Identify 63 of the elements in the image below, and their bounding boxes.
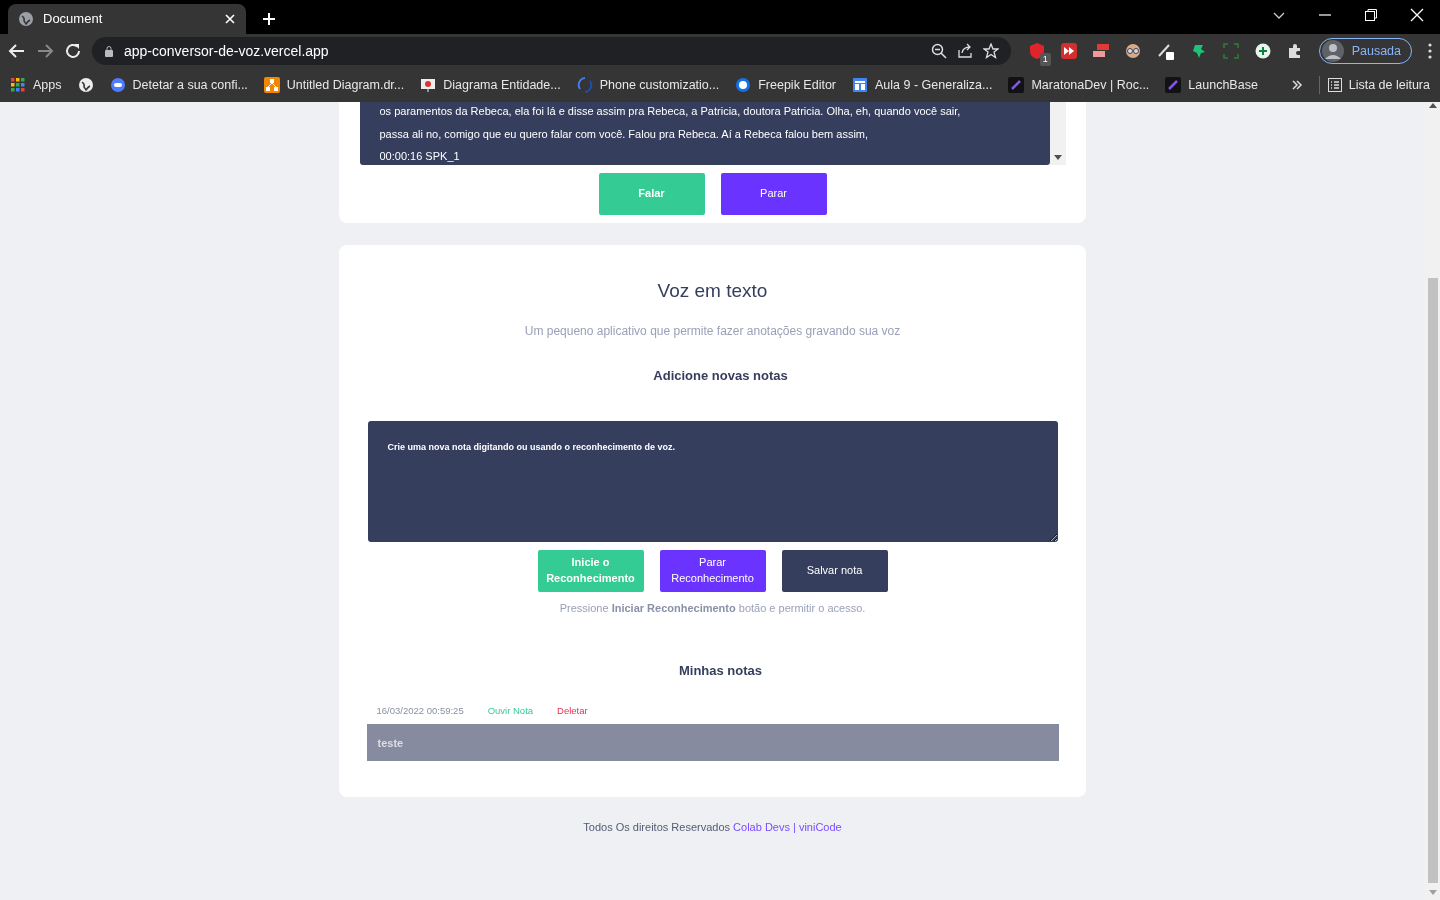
extension-badge: 1 bbox=[1039, 52, 1051, 66]
bookmark[interactable]: Diagrama Entidade... bbox=[420, 75, 561, 95]
list-icon bbox=[1327, 78, 1342, 92]
pill-icon bbox=[109, 77, 126, 93]
globe-icon bbox=[18, 11, 34, 27]
chevrons-icon[interactable] bbox=[1290, 79, 1303, 91]
footer-text: Todos Os direitos Reservados Colab Devs | viniCode bbox=[583, 820, 842, 836]
app-title: Voz em texto bbox=[657, 279, 768, 303]
lock-icon bbox=[104, 45, 114, 57]
close-icon[interactable] bbox=[1410, 8, 1424, 22]
transcript-line: os paramentos da Rebeca, ela foi lá e disse assim pra Rebeca, a Patricia, doutora Patricia. Olha, eh, quando você sair, bbox=[379, 104, 962, 119]
fast-forward-icon[interactable] bbox=[1060, 43, 1077, 59]
url-text: app-conversor-de-voz.vercel.app bbox=[124, 41, 330, 61]
pen-icon[interactable] bbox=[1156, 42, 1175, 60]
bookmark[interactable]: Phone customizatio... bbox=[576, 75, 720, 95]
avatar-icon bbox=[1321, 40, 1344, 62]
bookmark[interactable]: Aula 9 - Generaliza... bbox=[852, 75, 993, 95]
tab-title: Document bbox=[43, 10, 104, 29]
bookmark[interactable]: Freepik Editor bbox=[735, 75, 837, 95]
bookmark[interactable]: Untitled Diagram.dr... bbox=[263, 75, 405, 95]
transcript-line: 00:00:16 SPK_1 bbox=[379, 149, 461, 164]
back-icon[interactable] bbox=[8, 42, 26, 60]
action-button[interactable]: Salvar nota bbox=[781, 550, 888, 592]
scroll-down-icon[interactable] bbox=[1053, 155, 1062, 161]
bookmark[interactable]: LaunchBase bbox=[1165, 75, 1258, 95]
star-icon[interactable] bbox=[982, 43, 999, 59]
presentation-icon bbox=[420, 77, 437, 93]
stacked-cards-icon[interactable] bbox=[1092, 43, 1109, 59]
transcript-line: passa ali no, comigo que eu quero falar com você. Falou pra Rebeca. Aí a Rebeca falou bem assim, bbox=[379, 126, 870, 142]
new-tab-icon[interactable] bbox=[262, 12, 276, 26]
footer-link[interactable]: Colab Devs | viniCode bbox=[733, 821, 842, 834]
glasses-face-icon[interactable] bbox=[1124, 43, 1141, 59]
note-input[interactable]: Crie uma nova nota digitando ou usando o reconhecimento de voz. bbox=[367, 421, 1058, 542]
browser-tab[interactable]: Document bbox=[8, 4, 246, 34]
puzzle-icon[interactable] bbox=[1286, 43, 1303, 59]
delete-link[interactable]: Deletar bbox=[557, 704, 588, 719]
globe-icon[interactable] bbox=[77, 77, 94, 93]
document-icon bbox=[852, 77, 869, 93]
zoom-out-icon[interactable] bbox=[930, 43, 947, 59]
hint-text: Pressione Iniciar Reconhecimento botão e permitir o acesso. bbox=[559, 601, 866, 616]
note-text: teste bbox=[366, 724, 1059, 762]
more-icon[interactable] bbox=[1428, 43, 1432, 59]
restore-icon[interactable] bbox=[1364, 8, 1378, 22]
reading-list-button[interactable]: Lista de leitura bbox=[1318, 75, 1430, 95]
diagram-icon bbox=[263, 77, 280, 93]
share-icon[interactable] bbox=[956, 43, 973, 59]
shield-icon[interactable] bbox=[1028, 42, 1045, 60]
bookmark[interactable]: Apps bbox=[10, 75, 62, 95]
section-heading: Adicione novas notas bbox=[653, 366, 788, 385]
app-subtitle: Um pequeno aplicativo que permite fazer anotações gravando sua voz bbox=[524, 322, 901, 340]
arc-logo-icon bbox=[576, 77, 593, 93]
section-heading: Minhas notas bbox=[678, 661, 763, 680]
plus-circle-icon[interactable] bbox=[1254, 43, 1271, 59]
note-date: 16/03/2022 00:59:25 bbox=[376, 704, 464, 718]
apps-grid-icon bbox=[10, 77, 26, 93]
close-icon[interactable] bbox=[224, 13, 236, 25]
forward-icon[interactable] bbox=[36, 42, 54, 60]
action-button[interactable]: Parar Reconhecimento bbox=[659, 550, 766, 592]
reload-icon[interactable] bbox=[64, 42, 82, 60]
bookmark[interactable]: MaratonaDev | Roc... bbox=[1008, 75, 1150, 95]
action-button[interactable]: Parar bbox=[720, 173, 827, 215]
address-bar[interactable]: app-conversor-de-voz.vercel.app bbox=[92, 37, 1011, 65]
bookmark[interactable]: Detetar a sua confi... bbox=[109, 75, 248, 95]
